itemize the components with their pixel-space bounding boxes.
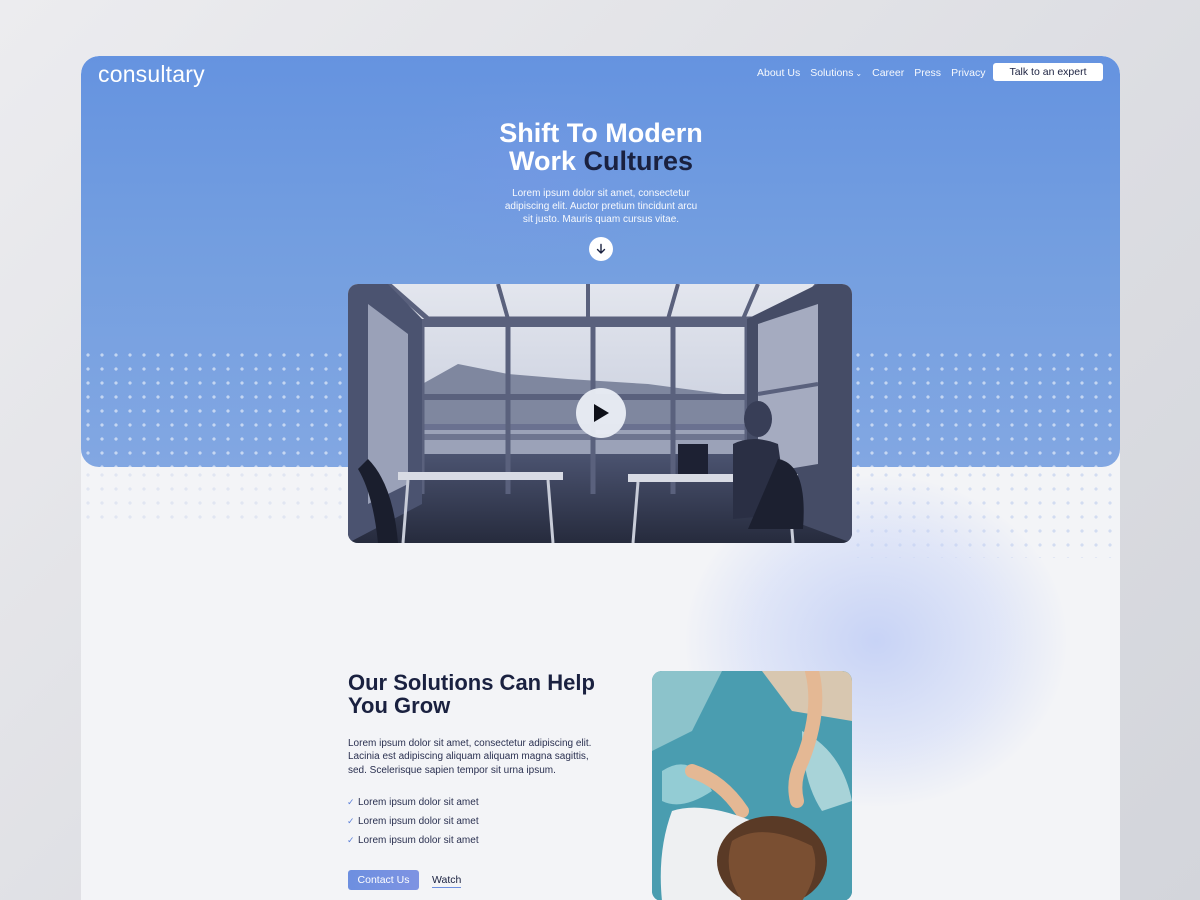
landing-page: consultary About Us Solutions ⌄ Career Pr…: [81, 56, 1120, 900]
woman-sitting-image: [652, 671, 852, 900]
watch-link[interactable]: Watch: [432, 874, 462, 888]
solutions-description: Lorem ipsum dolor sit amet, consectetur …: [348, 738, 592, 776]
nav-career[interactable]: Career: [872, 67, 904, 79]
list-item: ✓ Lorem ipsum dolor sit amet: [347, 835, 479, 846]
scroll-down-button[interactable]: [589, 237, 613, 261]
dot-pattern-left: [81, 348, 349, 467]
solutions-checklist: ✓ Lorem ipsum dolor sit amet ✓ Lorem ipsum…: [347, 793, 479, 850]
nav-press[interactable]: Press: [914, 67, 941, 79]
check-icon: ✓: [347, 835, 355, 845]
solutions-title: Our Solutions Can Help You Grow: [348, 670, 595, 718]
play-button[interactable]: [576, 388, 626, 438]
hero-description: Lorem ipsum dolor sit amet, consectetur …: [504, 188, 698, 225]
dot-pattern-left-lower: [81, 468, 349, 528]
hero-title: Shift To Modern Work Cultures: [499, 118, 703, 176]
nav-solutions[interactable]: Solutions ⌄: [810, 67, 862, 79]
main-nav: About Us Solutions ⌄ Career Press Privacy: [757, 67, 986, 79]
contact-us-button[interactable]: Contact Us: [348, 870, 419, 890]
check-icon: ✓: [347, 816, 355, 826]
arrow-down-icon: [596, 243, 606, 254]
talk-to-expert-button[interactable]: Talk to an expert: [993, 63, 1103, 81]
nav-privacy[interactable]: Privacy: [951, 67, 985, 79]
brand-logo[interactable]: consultary: [98, 61, 205, 88]
hero-video[interactable]: [348, 284, 852, 543]
list-item: ✓ Lorem ipsum dolor sit amet: [347, 816, 479, 827]
nav-about-us[interactable]: About Us: [757, 67, 800, 79]
play-icon: [594, 404, 609, 422]
dot-pattern-right: [851, 348, 1120, 467]
woman-sitting-photo: [652, 671, 852, 900]
chevron-down-icon: ⌄: [855, 68, 863, 78]
check-icon: ✓: [347, 797, 355, 807]
list-item: ✓ Lorem ipsum dolor sit amet: [347, 797, 479, 808]
